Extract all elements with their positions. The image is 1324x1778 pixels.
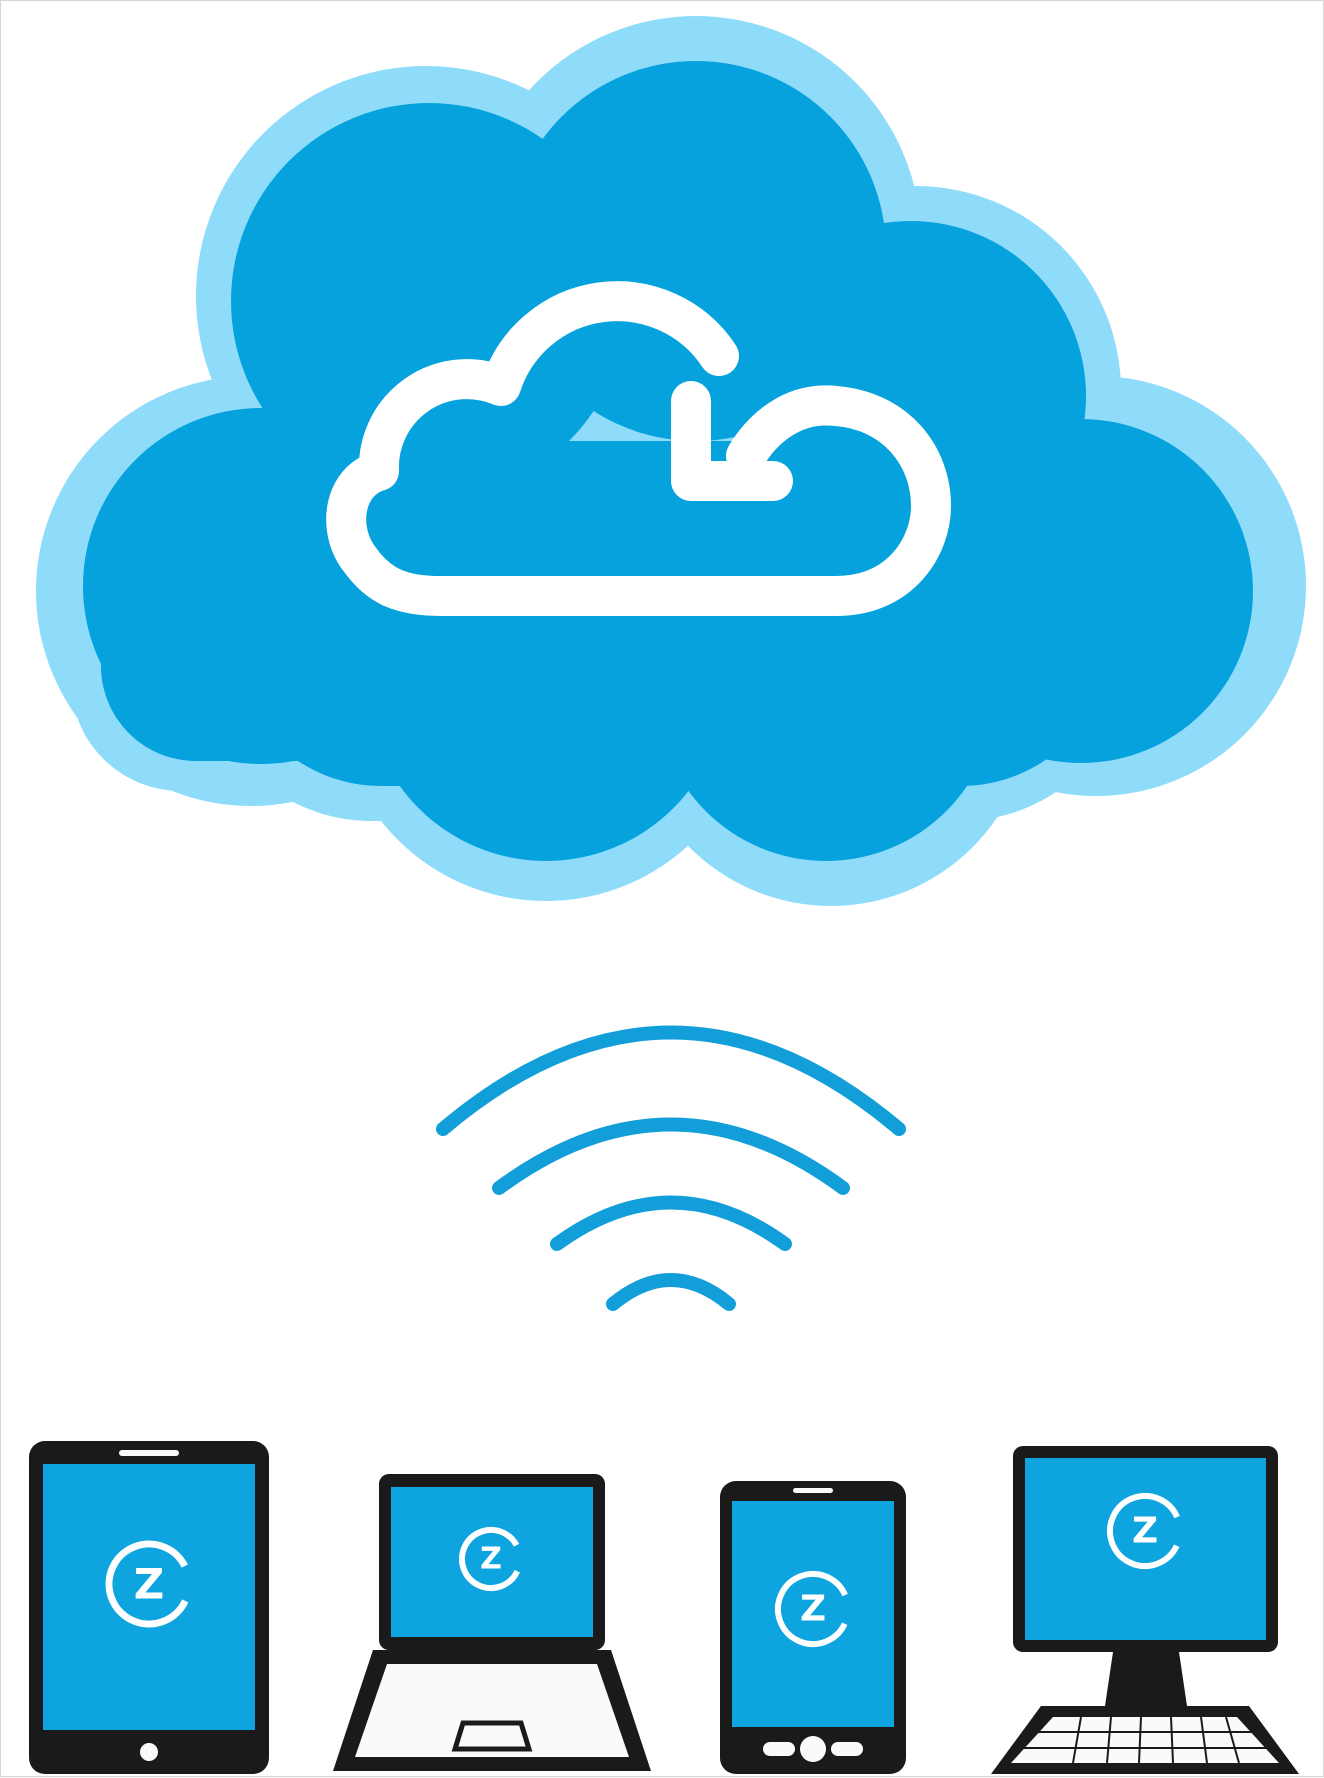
illustration-canvas: Z Z Z Z bbox=[0, 0, 1324, 1777]
cloud-sync-icon bbox=[36, 16, 1306, 906]
wifi-arc-2 bbox=[492, 1117, 850, 1195]
tablet-logo-letter: Z bbox=[134, 1560, 164, 1609]
desktop-computer-icon: Z bbox=[991, 1446, 1299, 1774]
smartphone-icon: Z bbox=[720, 1481, 906, 1774]
wifi-signal-icon bbox=[436, 1025, 906, 1311]
tablet-icon: Z bbox=[29, 1441, 269, 1774]
smartphone-logo-letter: Z bbox=[800, 1589, 826, 1630]
wifi-arc-3 bbox=[550, 1195, 792, 1251]
wifi-arc-4 bbox=[606, 1273, 736, 1311]
wifi-arc-1 bbox=[436, 1025, 906, 1136]
laptop-icon: Z bbox=[333, 1474, 651, 1771]
cloud-sync-illustration: Z Z Z Z bbox=[29, 16, 1306, 1774]
desktop-logo-letter: Z bbox=[1132, 1511, 1158, 1552]
laptop-logo-letter: Z bbox=[480, 1542, 502, 1577]
